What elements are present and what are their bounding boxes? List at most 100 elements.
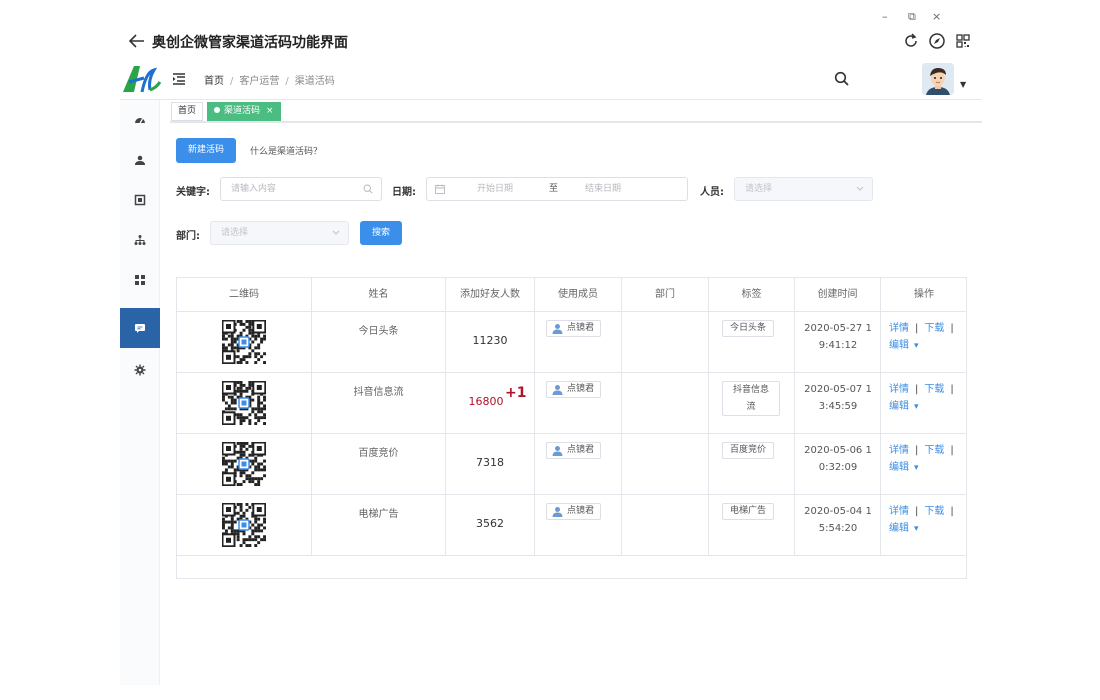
qrcode-image[interactable]	[221, 502, 267, 548]
sidebar-item-channel-code[interactable]	[120, 308, 160, 348]
action-separator: |	[950, 323, 954, 334]
chevron-down-icon[interactable]: ▾	[914, 341, 919, 351]
title-bar: 奥创企微管家渠道活码功能界面	[128, 30, 978, 54]
sidebar-item-dashboard[interactable]	[120, 100, 160, 140]
col-ops: 操作	[881, 278, 967, 312]
sidebar-item-materials[interactable]	[120, 180, 160, 220]
action-separator: |	[915, 445, 919, 456]
tag-cell: 今日头条	[709, 312, 795, 373]
breadcrumb-current: 渠道活码	[294, 76, 335, 87]
edit-dropdown-link[interactable]: 编辑	[889, 340, 909, 351]
name-cell: 抖音信息流	[312, 373, 446, 434]
search-icon[interactable]	[834, 71, 850, 91]
created-time-line: 3:45:59	[818, 401, 858, 412]
dept-cell	[622, 373, 709, 434]
top-header: 首页 / 客户运营 / 渠道活码 ▼	[120, 60, 982, 100]
dept-label: 部门:	[176, 231, 200, 242]
person-icon	[552, 507, 563, 517]
qrcode-cell	[177, 373, 312, 434]
col-tag: 标签	[709, 278, 795, 312]
tab-channel-code[interactable]: 渠道活码 ×	[207, 102, 281, 121]
sidebar-item-organization[interactable]	[120, 220, 160, 260]
breadcrumb-home[interactable]: 首页	[204, 76, 224, 87]
created-time: 2020-05-06 1 0:32:09	[796, 442, 880, 476]
tab-close-icon[interactable]: ×	[266, 106, 274, 116]
breadcrumb-customer-ops[interactable]: 客户运营	[239, 76, 279, 87]
qrcode-image[interactable]	[221, 319, 267, 365]
download-link[interactable]: 下载	[924, 445, 944, 456]
created-time-line: 9:41:12	[818, 340, 858, 351]
chat-icon	[135, 324, 145, 333]
friends-count-cell: 11230	[446, 312, 535, 373]
avatar-dropdown-icon[interactable]: ▼	[960, 80, 966, 89]
search-button[interactable]: 搜索	[360, 221, 402, 245]
member-tag: 点镜君	[546, 381, 602, 398]
restore-button[interactable]: ⧉	[908, 10, 916, 24]
qrcode-image[interactable]	[221, 380, 267, 426]
friends-count: 16800	[468, 395, 504, 408]
edit-dropdown-link[interactable]: 编辑	[889, 523, 909, 534]
back-arrow-icon[interactable]	[128, 30, 146, 58]
created-time-cell: 2020-05-07 1 3:45:59	[795, 373, 881, 434]
created-time-cell: 2020-05-27 1 9:41:12	[795, 312, 881, 373]
qrcode-cell	[177, 312, 312, 373]
keyword-input[interactable]: 请输入内容	[220, 177, 382, 201]
download-link[interactable]: 下载	[924, 506, 944, 517]
minimize-button[interactable]: –	[882, 10, 888, 23]
sidebar-item-customers[interactable]	[120, 140, 160, 180]
tab-home[interactable]: 首页	[171, 102, 204, 121]
new-code-button[interactable]: 新建活码	[176, 138, 236, 163]
sidebar-item-settings[interactable]	[120, 350, 160, 390]
tag-cell: 百度竞价	[709, 434, 795, 495]
chevron-down-icon[interactable]: ▾	[914, 463, 919, 473]
friends-count-cell: 7318	[446, 434, 535, 495]
detail-link[interactable]: 详情	[889, 445, 909, 456]
date-range-separator: 至	[549, 184, 559, 194]
friends-count-cell: 3562	[446, 495, 535, 556]
sidebar	[120, 100, 160, 685]
row-actions: 详情 | 下载 | 编辑 ▾	[889, 381, 960, 416]
qrcode-image[interactable]	[221, 441, 267, 487]
name-cell: 百度竞价	[312, 434, 446, 495]
menu-toggle-icon[interactable]	[172, 71, 186, 85]
created-time-line: 2020-05-27 1	[804, 323, 872, 334]
edit-dropdown-link[interactable]: 编辑	[889, 462, 909, 473]
end-date-placeholder: 结束日期	[585, 184, 622, 194]
col-qrcode: 二维码	[177, 278, 312, 312]
date-range-picker[interactable]: 开始日期 至 结束日期	[426, 177, 688, 201]
person-icon	[552, 385, 563, 395]
person-label: 人员:	[700, 187, 724, 198]
channel-code-table: 二维码 姓名 添加好友人数 使用成员 部门 标签 创建时间 操作 今日头条 112…	[176, 277, 967, 579]
compass-icon[interactable]	[928, 32, 946, 50]
col-friends: 添加好友人数	[446, 278, 535, 312]
dept-select[interactable]: 请选择	[210, 221, 349, 245]
qrcode-icon[interactable]	[954, 32, 972, 50]
name-cell: 今日头条	[312, 312, 446, 373]
sidebar-item-apps[interactable]	[120, 260, 160, 300]
col-member: 使用成员	[535, 278, 622, 312]
dept-placeholder: 请选择	[221, 228, 249, 238]
dept-cell	[622, 434, 709, 495]
person-select[interactable]: 请选择	[734, 177, 873, 201]
edit-dropdown-link[interactable]: 编辑	[889, 401, 909, 412]
help-link[interactable]: 什么是渠道活码？	[250, 144, 322, 157]
person-icon	[552, 324, 563, 334]
chevron-down-icon[interactable]: ▾	[914, 524, 919, 534]
friends-count: 11230	[472, 334, 508, 347]
download-link[interactable]: 下载	[924, 323, 944, 334]
detail-link[interactable]: 详情	[889, 506, 909, 517]
box-icon	[134, 194, 146, 206]
detail-link[interactable]: 详情	[889, 323, 909, 334]
tab-channel-code-label: 渠道活码	[224, 106, 261, 116]
created-time-cell: 2020-05-06 1 0:32:09	[795, 434, 881, 495]
name-cell: 电梯广告	[312, 495, 446, 556]
chevron-down-icon[interactable]: ▾	[914, 402, 919, 412]
download-link[interactable]: 下载	[924, 384, 944, 395]
member-name: 点镜君	[567, 445, 595, 455]
avatar[interactable]	[922, 63, 954, 95]
detail-link[interactable]: 详情	[889, 384, 909, 395]
close-button[interactable]: ×	[932, 10, 941, 23]
qrcode-cell	[177, 495, 312, 556]
refresh-icon[interactable]	[902, 32, 920, 50]
tag-text: 今日头条	[729, 323, 766, 333]
